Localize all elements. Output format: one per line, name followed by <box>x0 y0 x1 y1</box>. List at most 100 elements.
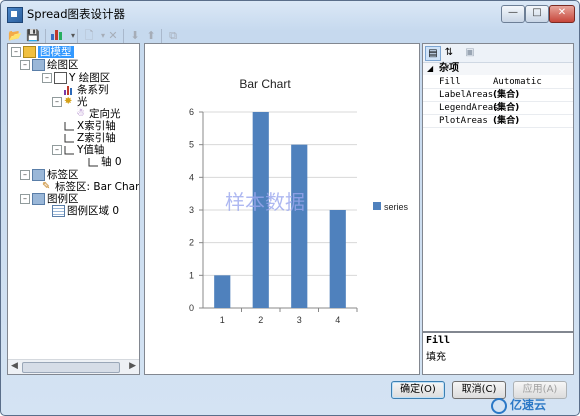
legend-area-icon <box>32 193 45 205</box>
save-icon[interactable]: 💾 <box>25 28 41 44</box>
open-folder-icon[interactable]: 📂 <box>7 28 23 44</box>
x-tick-label: 3 <box>297 315 302 325</box>
tree-item-label: 标签区 <box>47 169 79 181</box>
categorized-icon[interactable]: ▤ <box>425 46 441 61</box>
logo-text: 亿速云 <box>510 398 547 412</box>
scroll-right-icon[interactable]: ▶ <box>129 361 136 371</box>
legend-swatch <box>373 202 381 210</box>
bar <box>214 275 231 308</box>
folder-icon <box>23 46 36 58</box>
delete-icon[interactable]: ✕ <box>105 28 121 44</box>
property-name: LabelAreas <box>439 90 494 100</box>
toolbar-separator <box>123 29 124 43</box>
property-category[interactable]: ◢ 杂项 <box>423 63 573 75</box>
y-tick-label: 6 <box>189 107 194 117</box>
directional-light-icon: ☃ <box>76 108 85 119</box>
y-tick-label: 2 <box>189 238 194 248</box>
maximize-button[interactable]: □ <box>525 5 549 23</box>
bar-chart: Bar Chart 0 1 2 3 4 5 6 1 2 3 4 样本数据 series <box>189 77 409 325</box>
y-tick-label: 5 <box>189 140 194 150</box>
legend-icon <box>52 205 65 217</box>
property-value[interactable]: (集合) <box>493 115 519 127</box>
window-title: Spread图表设计器 <box>27 7 125 21</box>
chart-designer-window: Spread图表设计器 — □ ✕ 📂 💾 ▾ 🗋 ▾ ✕ ⬇ ⬆ ⧉ – 图模型… <box>0 0 580 416</box>
toolbar-separator <box>77 29 78 43</box>
y-tick-label: 4 <box>189 172 194 182</box>
chart-icon[interactable] <box>49 28 65 44</box>
property-name: PlotAreas <box>439 116 488 126</box>
property-row[interactable]: PlotAreas (集合) <box>423 115 573 128</box>
bar <box>329 210 346 308</box>
axis-icon <box>64 121 75 131</box>
x-tick-label: 2 <box>258 315 263 325</box>
tree-item-label: Y 绘图区 <box>69 72 111 84</box>
property-toolbar: ▤ ⇅ ▣ <box>423 44 573 63</box>
tree-item-label: Y值轴 <box>77 144 105 156</box>
logo: 亿速云 <box>491 396 546 414</box>
toolbar-separator <box>45 29 46 43</box>
tree-item-legend-area-0[interactable]: 图例区域 0 <box>52 205 119 218</box>
tree-item-label: 光 <box>77 96 88 108</box>
minimize-button[interactable]: — <box>501 5 525 23</box>
collapse-toggle[interactable]: – <box>20 170 30 180</box>
tree-item-chart-model[interactable]: – 图模型 <box>11 46 74 59</box>
collapse-toggle[interactable]: – <box>20 60 30 70</box>
sort-alpha-icon[interactable]: ⇅ <box>442 46 456 59</box>
tree-item-label: 轴 0 <box>101 156 122 168</box>
x-tick-label: 1 <box>220 315 225 325</box>
property-category-label: 杂项 <box>439 63 459 74</box>
property-value[interactable]: (集合) <box>493 89 519 101</box>
property-name: LegendAreas <box>439 103 499 113</box>
tree-item-axis-0[interactable]: 轴 0 <box>88 156 122 169</box>
ok-button[interactable]: 确定(O) <box>391 381 445 399</box>
light-bulb-icon: ✸ <box>64 96 73 107</box>
property-grid: ▤ ⇅ ▣ ◢ 杂项 Fill Automatic LabelAreas (集合… <box>422 43 574 332</box>
scrollbar-thumb[interactable] <box>22 362 120 373</box>
tree-item-label: 绘图区 <box>47 59 79 71</box>
tree-item-label: 定向光 <box>89 108 121 120</box>
collapse-toggle[interactable]: – <box>42 73 52 83</box>
move-down-icon[interactable]: ⬇ <box>127 28 143 44</box>
plot-area-icon <box>32 59 45 71</box>
property-value[interactable]: (集合) <box>493 102 519 114</box>
copy-icon[interactable]: ⧉ <box>165 28 181 44</box>
collapse-toggle[interactable]: – <box>52 145 62 155</box>
bar <box>291 144 308 308</box>
logo-icon <box>491 397 507 414</box>
tree-item-label: 标签区: Bar Chart <box>55 181 140 193</box>
collapse-toggle[interactable]: – <box>20 194 30 204</box>
y-tick-label: 1 <box>189 270 194 280</box>
chart-title: Bar Chart <box>239 77 291 91</box>
close-button[interactable]: ✕ <box>549 5 575 23</box>
move-up-icon[interactable]: ⬆ <box>143 28 159 44</box>
tree-item-label: 条系列 <box>77 84 109 96</box>
axis-icon <box>88 157 99 167</box>
property-row[interactable]: LegendAreas (集合) <box>423 102 573 115</box>
app-icon <box>7 7 23 23</box>
property-pages-icon[interactable]: ▣ <box>463 46 477 59</box>
property-value[interactable]: Automatic <box>493 76 542 88</box>
property-row[interactable]: LabelAreas (集合) <box>423 89 573 102</box>
property-name: Fill <box>439 77 461 87</box>
tree-item-label: 图例区域 0 <box>67 205 120 217</box>
collapse-toggle[interactable]: ◢ <box>427 63 433 75</box>
collapse-toggle[interactable]: – <box>11 47 21 57</box>
tree-item-label: 图模型 <box>38 46 74 58</box>
toolbar-separator <box>161 29 162 43</box>
chevron-down-icon[interactable]: ▾ <box>65 28 81 44</box>
collapse-toggle[interactable]: – <box>52 97 62 107</box>
tree-item-label: 图例区 <box>47 193 79 205</box>
tree-item-label: X索引轴 <box>77 120 116 132</box>
property-row[interactable]: Fill Automatic <box>423 76 573 89</box>
legend-label: series <box>384 202 409 212</box>
tree-horizontal-scrollbar[interactable]: ◀ ▶ <box>8 359 139 374</box>
property-description-panel: Fill 填充 <box>422 332 574 375</box>
axis-icon <box>64 145 75 155</box>
scroll-left-icon[interactable]: ◀ <box>11 361 18 371</box>
y-tick-label: 0 <box>189 303 194 313</box>
title-bar: Spread图表设计器 — □ ✕ <box>1 1 579 27</box>
y-tick-label: 3 <box>189 205 194 215</box>
label-icon: ✎ <box>42 181 51 192</box>
tree-item-plot-area[interactable]: – 绘图区 <box>20 59 79 72</box>
plot-icon <box>54 72 67 84</box>
